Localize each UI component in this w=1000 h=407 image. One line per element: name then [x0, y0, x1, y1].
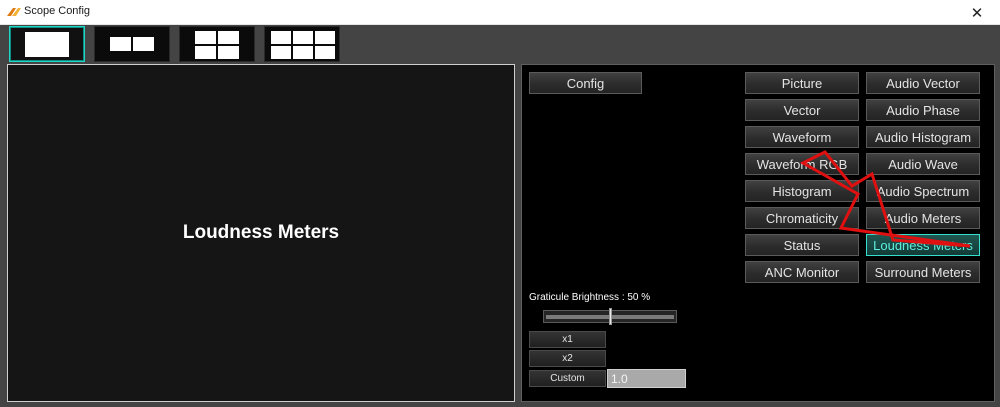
layout-cell	[110, 37, 131, 51]
scope-button-audio-meters[interactable]: Audio Meters	[866, 207, 980, 229]
layout-cell	[218, 31, 239, 44]
client-area: Loudness Meters Config Picture Vector Wa…	[0, 25, 1000, 407]
zoom-custom-button[interactable]: Custom	[529, 370, 606, 387]
layout-cell	[195, 31, 216, 44]
layout-cell	[271, 31, 291, 44]
scope-button-loudness-meters[interactable]: Loudness Meters	[866, 234, 980, 256]
layout-cell	[271, 46, 291, 59]
scope-button-audio-phase[interactable]: Audio Phase	[866, 99, 980, 121]
zoom-x2-button[interactable]: x2	[529, 350, 606, 367]
graticule-brightness-label: Graticule Brightness : 50 %	[529, 292, 651, 303]
scope-button-audio-spectrum[interactable]: Audio Spectrum	[866, 180, 980, 202]
title-bar: Scope Config ✕	[0, 0, 1000, 25]
scope-button-anc-monitor[interactable]: ANC Monitor	[745, 261, 859, 283]
scope-button-waveform[interactable]: Waveform	[745, 126, 859, 148]
scope-button-vector[interactable]: Vector	[745, 99, 859, 121]
scope-button-status[interactable]: Status	[745, 234, 859, 256]
layout-cell	[293, 46, 313, 59]
layout-3x2-grid-button[interactable]	[264, 26, 340, 62]
layout-cell	[25, 32, 69, 57]
layout-single-button[interactable]	[9, 26, 85, 62]
scope-button-histogram[interactable]: Histogram	[745, 180, 859, 202]
scope-config-panel: Config Picture Vector Waveform Waveform …	[521, 64, 995, 402]
config-button[interactable]: Config	[529, 72, 642, 94]
scope-button-audio-wave[interactable]: Audio Wave	[866, 153, 980, 175]
graticule-brightness-slider[interactable]	[543, 308, 677, 325]
scope-button-audio-vector[interactable]: Audio Vector	[866, 72, 980, 94]
layout-cell	[195, 46, 216, 59]
close-icon: ✕	[970, 4, 984, 22]
layout-cell	[133, 37, 154, 51]
zoom-x1-button[interactable]: x1	[529, 331, 606, 348]
layout-cell	[293, 31, 313, 44]
window-title: Scope Config	[24, 5, 91, 17]
preview-title: Loudness Meters	[182, 222, 340, 243]
scope-preview-pane[interactable]: Loudness Meters	[7, 64, 515, 402]
layout-cell	[315, 46, 335, 59]
slider-handle[interactable]	[609, 308, 612, 325]
layout-two-column-button[interactable]	[94, 26, 170, 62]
scope-button-waveform-rgb[interactable]: Waveform RGB	[745, 153, 859, 175]
app-logo-icon	[7, 8, 21, 16]
scope-button-chromaticity[interactable]: Chromaticity	[745, 207, 859, 229]
custom-zoom-field[interactable]	[607, 369, 686, 388]
layout-2x2-grid-button[interactable]	[179, 26, 255, 62]
scope-button-surround-meters[interactable]: Surround Meters	[866, 261, 980, 283]
close-button[interactable]: ✕	[954, 0, 1000, 25]
layout-cell	[315, 31, 335, 44]
scope-button-audio-histogram[interactable]: Audio Histogram	[866, 126, 980, 148]
scope-button-picture[interactable]: Picture	[745, 72, 859, 94]
layout-cell	[218, 46, 239, 59]
